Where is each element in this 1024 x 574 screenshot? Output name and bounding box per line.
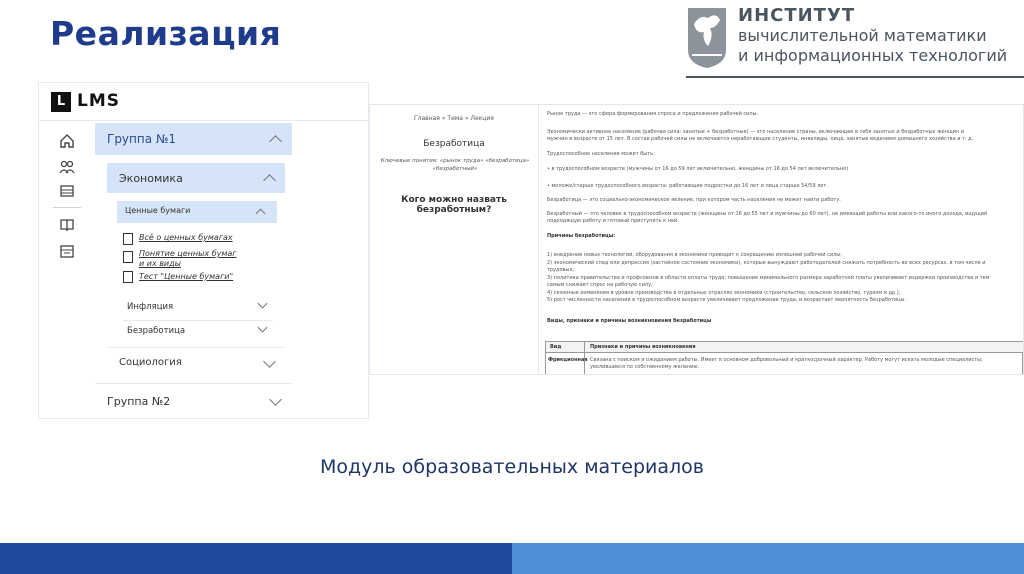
- lecture-line: мужчин в возрасте от 15 лет. В состав ра…: [547, 136, 974, 142]
- material-link-3[interactable]: Тест "Ценные бумаги": [139, 272, 233, 282]
- lecture-line: Виды, признаки и причины возникновения б…: [547, 318, 712, 324]
- lecture-question: Кого можно назвать безработным?: [401, 195, 507, 215]
- rail-divider: [53, 207, 81, 208]
- material-link-1[interactable]: Всё о ценных бумагах: [139, 233, 233, 243]
- lecture-line: 3) политика правительства и профсоюзов в…: [547, 275, 990, 281]
- lecture-line: трудовых;: [547, 267, 575, 273]
- group-1-label: Группа №1: [107, 132, 177, 146]
- book-icon[interactable]: [59, 217, 75, 233]
- breadcrumb[interactable]: Главная » Тема » Лекция: [414, 115, 494, 122]
- lecture-line: Безработный — это человек в трудоспособн…: [547, 211, 988, 217]
- menu-subject-sociology[interactable]: Социология: [107, 348, 285, 378]
- footer-bar-left: [0, 543, 512, 574]
- lecture-title: Безработица: [423, 139, 485, 149]
- group-2-label: Группа №2: [107, 395, 171, 408]
- lecture-line: Рынок труда — это сфера формирования спр…: [547, 111, 759, 117]
- list-icon: [123, 251, 133, 263]
- chevron-down-icon: [257, 322, 268, 333]
- table-row-label: Фрикционная: [548, 357, 588, 363]
- lecture-line: 1) внедрение новых технологий, оборудова…: [547, 252, 842, 258]
- menu-subject-economics[interactable]: Экономика: [107, 163, 285, 193]
- lms-header: L LMS: [39, 83, 368, 121]
- chevron-down-icon: [263, 355, 276, 368]
- institute-line-1: ИНСТИТУТ: [738, 5, 856, 26]
- institute-line-2: вычислительной математики: [738, 26, 987, 45]
- document-icon: [123, 233, 133, 245]
- lms-panel: L LMS Группа №1 Экономика Ценные бумаги …: [38, 82, 369, 419]
- lecture-content: Рынок труда — это сфера формирования спр…: [538, 105, 1023, 374]
- chevron-down-icon: [257, 298, 268, 309]
- logo-underline: [686, 76, 1024, 78]
- lecture-line: • в трудоспособном возрасте (мужчины от …: [547, 166, 849, 172]
- slide-caption: Модуль образовательных материалов: [320, 456, 704, 478]
- users-icon[interactable]: [59, 159, 75, 175]
- institute-logo: ИНСТИТУТ вычислительной математики и инф…: [686, 6, 1024, 78]
- lecture-line: • моложе/старше трудоспособного возраста…: [547, 183, 828, 189]
- subject-label: Экономика: [119, 172, 183, 185]
- table-row-text: Связана с поиском и ожиданием работы. Им…: [590, 357, 983, 363]
- table-head-type: Вид: [550, 344, 562, 350]
- menu-group-1[interactable]: Группа №1: [95, 123, 292, 155]
- institute-name: ИНСТИТУТ вычислительной математики и инф…: [738, 6, 1007, 66]
- lecture-line: Безработица — это социально-экономическо…: [547, 197, 841, 203]
- institute-line-3: и информационных технологий: [738, 46, 1008, 65]
- types-table: Вид Признаки и причины возникновения Фри…: [545, 341, 1023, 374]
- key-concepts: Ключевые понятия: «рынок труда» «безрабо…: [380, 158, 530, 172]
- menu-group-2[interactable]: Группа №2: [95, 387, 292, 417]
- topic-label: Ценные бумаги: [125, 206, 191, 215]
- table-icon[interactable]: [59, 183, 75, 199]
- menu-topic-inflation[interactable]: Инфляция: [123, 297, 273, 319]
- lms-app-name: LMS: [77, 91, 120, 111]
- menu-topic-unemployment[interactable]: Безработица: [123, 321, 273, 343]
- home-icon[interactable]: [59, 133, 75, 149]
- calendar-icon[interactable]: [59, 243, 75, 259]
- lecture-sidebar: Главная » Тема » Лекция Безработица Ключ…: [370, 105, 538, 374]
- lecture-panel: Главная » Тема » Лекция Безработица Ключ…: [369, 104, 1024, 375]
- inflation-label: Инфляция: [127, 302, 174, 312]
- table-header: Вид Признаки и причины возникновения: [546, 342, 1023, 353]
- lms-logo-mark: L: [51, 92, 71, 112]
- lecture-line: Экономически активное население (рабочая…: [547, 129, 965, 135]
- menu-topic-securities[interactable]: Ценные бумаги: [117, 201, 277, 223]
- chevron-up-icon: [269, 135, 282, 148]
- footer-bar-right: [512, 543, 1024, 574]
- sociology-label: Социология: [119, 357, 182, 368]
- lecture-line: 4) сезонные изменения в уровне производс…: [547, 290, 901, 296]
- table-head-signs: Признаки и причины возникновения: [590, 344, 696, 350]
- checklist-icon: [123, 271, 133, 283]
- chevron-down-icon: [269, 393, 282, 406]
- chevron-up-icon: [255, 208, 266, 219]
- divider: [95, 383, 292, 384]
- lecture-line: 2) экономический спад или депрессия (зас…: [547, 260, 986, 266]
- chevron-up-icon: [263, 174, 276, 187]
- icon-rail: [39, 121, 95, 418]
- lecture-line: Причины безработицы:: [547, 233, 616, 239]
- slide: Реализация ИНСТИТУТ вычислительной матем…: [0, 0, 1024, 574]
- unemployment-label: Безработица: [127, 326, 186, 336]
- table-row-text: уволившиеся по собственному желанию.: [590, 364, 700, 370]
- slide-title: Реализация: [50, 14, 282, 53]
- emblem-icon: [688, 8, 726, 68]
- lecture-line: подходящую работу и готовый приступить к…: [547, 218, 679, 224]
- lecture-line: самым снижает спрос на рабочую силу;: [547, 282, 653, 288]
- lecture-line: Трудоспособное население может быть:: [547, 151, 655, 157]
- material-link-2[interactable]: Понятие ценных бумаг и их виды: [139, 249, 243, 269]
- lecture-line: 5) рост численности населения в трудоспо…: [547, 297, 907, 303]
